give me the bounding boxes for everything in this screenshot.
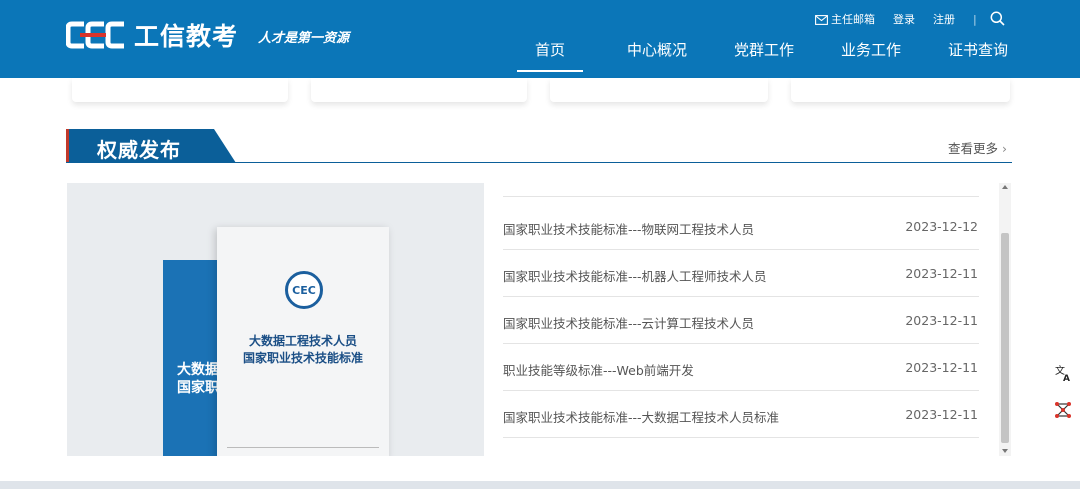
news-date: 2023-12-11 xyxy=(905,313,978,328)
scroll-thumb[interactable] xyxy=(1001,233,1009,443)
cec-logo-icon xyxy=(66,21,124,49)
nav-business[interactable]: 业务工作 xyxy=(831,40,911,72)
news-title: 国家职业技术技能标准---大数据工程技术人员标准 xyxy=(503,410,780,425)
chevron-right-icon: › xyxy=(1002,141,1008,156)
register-link[interactable]: 注册 xyxy=(933,11,955,27)
nav-home[interactable]: 首页 xyxy=(517,40,583,72)
section-divider xyxy=(66,162,1012,163)
scroll-up-icon[interactable] xyxy=(1002,185,1008,189)
news-title: 国家职业技术技能标准---云计算工程技术人员 xyxy=(503,316,755,331)
translate-icon: 文 A xyxy=(1055,364,1070,382)
nav-overview[interactable]: 中心概况 xyxy=(617,40,697,72)
news-title: 国家职业技术技能标准---机器人工程师技术人员 xyxy=(503,269,767,284)
section-title: 权威发布 xyxy=(97,138,181,162)
view-more-label: 查看更多 xyxy=(948,141,999,156)
news-date: 2023-12-11 xyxy=(905,360,978,375)
list-item[interactable]: 国家职业技术技能标准---机器人工程师技术人员 2023-12-11 xyxy=(503,250,979,297)
list-item[interactable]: 国家职业技术技能标准---物联网工程技术人员 2023-12-12 xyxy=(503,203,979,250)
list-item[interactable]: 国家职业技术技能标准---云计算工程技术人员 2023-12-11 xyxy=(503,297,979,344)
news-title: 国家职业技术技能标准---物联网工程技术人员 xyxy=(503,222,755,237)
card-2[interactable] xyxy=(311,78,527,102)
news-date: 2023-12-11 xyxy=(905,266,978,281)
list-scrollbar[interactable] xyxy=(999,183,1011,456)
divider: | xyxy=(973,12,977,26)
slogan: 人才是第一资源 xyxy=(258,31,350,46)
translate-button[interactable]: 文 A xyxy=(1050,360,1076,386)
nav-certificate[interactable]: 证书查询 xyxy=(938,40,1018,72)
top-links: 主任邮箱 登录 注册 | xyxy=(815,11,977,27)
main-nav: 首页 中心概况 党群工作 业务工作 证书查询 xyxy=(510,40,1018,72)
mail-icon xyxy=(815,15,828,25)
cec-seal-icon: CEC xyxy=(285,271,323,309)
view-more-link[interactable]: 查看更多 › xyxy=(948,138,1007,157)
list-item[interactable]: 国家职业技术技能标准---大数据工程技术人员标准 2023-12-11 xyxy=(503,391,979,438)
footer-band xyxy=(0,481,1080,489)
card-4[interactable] xyxy=(791,78,1010,102)
book-footer xyxy=(227,447,379,453)
site-logo[interactable]: 工信教考 xyxy=(66,18,238,52)
card-3[interactable] xyxy=(550,78,768,102)
login-link[interactable]: 登录 xyxy=(893,11,915,27)
scroll-down-icon[interactable] xyxy=(1002,449,1008,453)
news-title: 职业技能等级标准---Web前端开发 xyxy=(503,363,694,378)
list-item[interactable]: 职业技能等级标准---Web前端开发 2023-12-11 xyxy=(503,344,979,391)
book-front-cover: CEC 大数据工程技术人员 国家职业技术技能标准 xyxy=(217,227,389,456)
cover-image[interactable]: 大数据 国家职 CEC 大数据工程技术人员 国家职业技术技能标准 xyxy=(67,183,484,456)
news-list: 国家职业技术技能标准---物联网工程技术人员 2023-12-12 国家职业技术… xyxy=(484,183,1012,456)
list-item[interactable] xyxy=(503,183,979,197)
svg-text:A: A xyxy=(1063,374,1070,382)
brand-name: 工信教考 xyxy=(134,22,239,51)
book-back-text: 大数据 国家职 xyxy=(177,362,219,396)
mailbox-label: 主任邮箱 xyxy=(831,13,875,26)
site-header: 工信教考 人才是第一资源 主任邮箱 登录 注册 | 首页 中心概况 党群工作 业… xyxy=(0,0,1080,78)
news-date: 2023-12-11 xyxy=(905,407,978,422)
mailbox-link[interactable]: 主任邮箱 xyxy=(815,11,875,27)
nav-party[interactable]: 党群工作 xyxy=(724,40,804,72)
search-icon[interactable] xyxy=(990,11,1005,26)
book-title: 大数据工程技术人员 国家职业技术技能标准 xyxy=(242,334,363,365)
card-1[interactable] xyxy=(72,78,288,102)
news-date: 2023-12-12 xyxy=(905,219,978,234)
network-button[interactable] xyxy=(1050,397,1076,423)
network-icon xyxy=(1055,402,1071,418)
